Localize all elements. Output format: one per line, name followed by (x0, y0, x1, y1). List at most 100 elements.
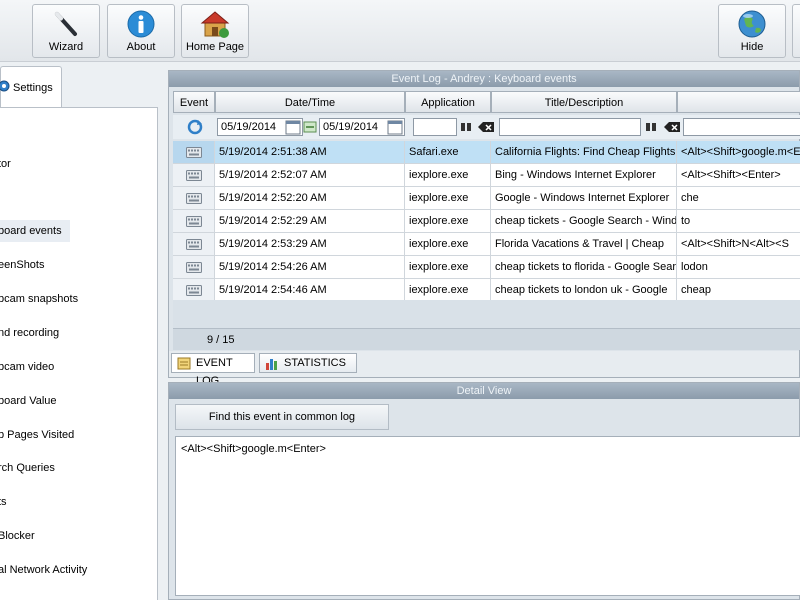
title-cell: Bing - Windows Internet Explorer (491, 164, 677, 186)
record-counter: 9 / 15 (173, 328, 800, 350)
log-icon (177, 357, 191, 370)
info-icon (127, 10, 155, 38)
filter-row: 05/19/2014 05/19/2014 (173, 115, 800, 139)
nav-item-search-queries[interactable]: rch Queries (0, 457, 70, 479)
application-cell: Safari.exe (405, 141, 491, 163)
value-filter-input[interactable] (683, 118, 800, 136)
nav-item-webcam-video[interactable]: bcam video (0, 356, 70, 378)
datetime-cell: 5/19/2014 2:52:29 AM (215, 210, 405, 232)
application-filter-input[interactable] (413, 118, 457, 136)
nav-item-sound-recording[interactable]: nd recording (0, 322, 70, 344)
keyboard-icon (186, 285, 202, 296)
calendar-icon[interactable] (285, 119, 301, 135)
settings-tab-label: Settings (13, 82, 53, 94)
application-cell: iexplore.exe (405, 187, 491, 209)
hide-label: Hide (740, 41, 764, 53)
title-cell: Florida Vacations & Travel | Cheap (491, 233, 677, 255)
date-range-arrow-icon (303, 121, 317, 133)
datetime-cell: 5/19/2014 2:53:29 AM (215, 233, 405, 255)
nav-item-keyboard-value[interactable]: board Value (0, 390, 70, 412)
wizard-button[interactable]: Wizard (32, 4, 100, 58)
keyboard-icon (186, 216, 202, 227)
tab-statistics[interactable]: STATISTICS (259, 353, 357, 373)
globe-icon (738, 10, 766, 38)
column-header-application[interactable]: Application (405, 91, 491, 113)
bar-chart-icon (266, 359, 277, 370)
column-header-value[interactable] (677, 91, 800, 113)
hide-button[interactable]: Hide (718, 4, 786, 58)
keyboard-icon (186, 193, 202, 204)
title-cell: California Flights: Find Cheap Flights (491, 141, 677, 163)
event-log-panel: Event Log - Andrey : Keyboard events Eve… (168, 70, 800, 387)
nav-item-web-pages-visited[interactable]: b Pages Visited (0, 424, 74, 446)
house-icon (200, 11, 230, 38)
nav-item[interactable]: tor (0, 153, 70, 175)
title-cell: cheap tickets to london uk - Google (491, 279, 677, 301)
find-in-common-log-button[interactable]: Find this event in common log (175, 404, 389, 430)
application-cell: iexplore.exe (405, 256, 491, 278)
toolbar-overflow-button[interactable] (792, 4, 800, 58)
event-cell (173, 187, 215, 209)
column-header-event[interactable]: Event (173, 91, 215, 113)
title-filter-input[interactable] (499, 118, 641, 136)
application-cell: iexplore.exe (405, 279, 491, 301)
event-cell (173, 141, 215, 163)
home-page-button[interactable]: Home Page (181, 4, 249, 58)
column-header-title[interactable]: Title/Description (491, 91, 677, 113)
datetime-cell: 5/19/2014 2:52:20 AM (215, 187, 405, 209)
table-row[interactable]: 5/19/2014 2:54:26 AM iexplore.exe cheap ti… (173, 256, 800, 279)
datetime-cell: 5/19/2014 2:54:26 AM (215, 256, 405, 278)
value-cell: che (681, 192, 699, 204)
value-cell: cheap (681, 284, 711, 296)
table-row[interactable]: 5/19/2014 2:52:29 AM iexplore.exe cheap ti… (173, 210, 800, 233)
table-row[interactable]: 5/19/2014 2:52:20 AM iexplore.exe Google -… (173, 187, 800, 210)
nav-item-keyboard-events[interactable]: board events (0, 220, 70, 242)
table-row[interactable]: 5/19/2014 2:54:46 AM iexplore.exe cheap ti… (173, 279, 800, 302)
value-cell: lodon (681, 261, 708, 273)
application-cell: iexplore.exe (405, 164, 491, 186)
table-row[interactable]: 5/19/2014 2:53:29 AM iexplore.exe Florida … (173, 233, 800, 256)
clear-filter-icon[interactable] (663, 119, 681, 135)
table-row[interactable]: 5/19/2014 2:52:07 AM iexplore.exe Bing - W… (173, 164, 800, 187)
event-log-tabs: EVENT LOG STATISTICS (169, 351, 799, 387)
keyboard-icon (186, 170, 202, 181)
nav-item-blocker[interactable]: Blocker (0, 525, 70, 547)
event-cell (173, 256, 215, 278)
settings-tab[interactable]: Settings (0, 66, 62, 108)
event-cell (173, 233, 215, 255)
clear-filter-icon[interactable] (477, 119, 495, 135)
home-page-label: Home Page (185, 41, 245, 53)
about-label: About (126, 41, 156, 53)
table-row[interactable]: 5/19/2014 2:51:38 AM Safari.exe California… (173, 141, 800, 164)
refresh-filter-icon[interactable] (187, 119, 203, 135)
event-cell (173, 210, 215, 232)
calendar-icon[interactable] (387, 119, 403, 135)
nav-item-chats[interactable]: ts (0, 491, 70, 513)
datetime-cell: 5/19/2014 2:52:07 AM (215, 164, 405, 186)
title-cell: cheap tickets to florida - Google Search (491, 256, 677, 278)
grid-empty-area (173, 300, 800, 330)
value-cell: <Alt><Shift><Enter> (681, 169, 781, 181)
application-cell: iexplore.exe (405, 233, 491, 255)
nav-item-webcam-snapshots[interactable]: bcam snapshots (0, 288, 78, 310)
wizard-label: Wizard (48, 41, 84, 53)
application-cell: iexplore.exe (405, 210, 491, 232)
event-cell (173, 164, 215, 186)
settings-nav-panel: tor board events eenShots bcam snapshots… (0, 107, 158, 600)
tab-event-log[interactable]: EVENT LOG (171, 353, 255, 387)
binoculars-icon[interactable] (645, 119, 657, 135)
keyboard-icon (186, 239, 202, 250)
title-cell: cheap tickets - Google Search - Windows (491, 210, 677, 232)
title-cell: Google - Windows Internet Explorer (491, 187, 677, 209)
wand-icon (55, 12, 77, 36)
nav-item-network-activity[interactable]: al Network Activity (0, 559, 87, 581)
detail-view-panel: Detail View Find this event in common lo… (168, 382, 800, 600)
value-cell: <Alt><Shift>N<Alt><S (681, 238, 789, 250)
binoculars-icon[interactable] (460, 119, 472, 135)
column-header-datetime[interactable]: Date/Time (215, 91, 405, 113)
detail-text: <Alt><Shift>google.m<Enter> (175, 436, 800, 596)
gear-icon (0, 80, 10, 92)
main-toolbar: Wizard About Home Page Hide (0, 0, 800, 62)
about-button[interactable]: About (107, 4, 175, 58)
nav-item-screenshots[interactable]: eenShots (0, 254, 70, 276)
